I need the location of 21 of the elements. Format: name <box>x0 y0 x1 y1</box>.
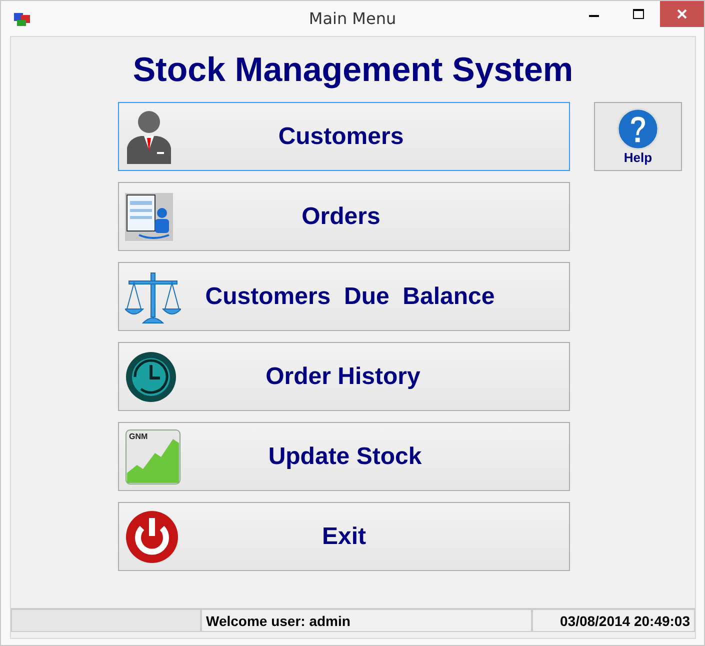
app-icon <box>13 10 31 26</box>
maximize-icon <box>632 9 644 19</box>
menu-button[interactable]: Customers <box>118 102 570 171</box>
help-button[interactable]: Help <box>594 102 682 171</box>
stock-chart-icon: GNM <box>125 428 181 484</box>
menu-button[interactable]: Order History <box>118 342 570 411</box>
window-title: Main Menu <box>308 9 396 28</box>
close-icon <box>677 9 687 19</box>
welcome-status: Welcome user: admin <box>201 609 532 632</box>
menu-button[interactable]: GNM Update Stock <box>118 422 570 491</box>
help-icon <box>617 108 659 150</box>
businessman-icon <box>125 110 173 164</box>
app-heading: Stock Management System <box>132 51 574 90</box>
menu-button[interactable]: Exit <box>118 502 570 571</box>
clock-history-icon <box>125 350 177 402</box>
menu-button[interactable]: Orders <box>118 182 570 251</box>
power-icon <box>125 510 179 564</box>
menu-button[interactable]: Customers Due Balance <box>118 262 570 331</box>
datetime-status: 03/08/2014 20:49:03 <box>532 609 695 632</box>
close-button[interactable] <box>660 1 704 27</box>
document-user-icon <box>125 192 173 240</box>
